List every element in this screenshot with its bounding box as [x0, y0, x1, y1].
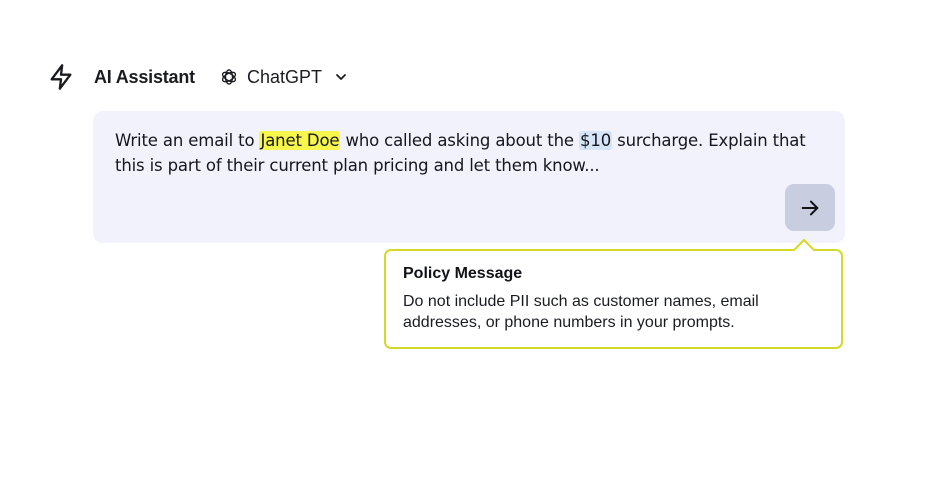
policy-message-popover: Policy Message Do not include PII such a…: [384, 238, 843, 349]
lightning-bolt-icon: [46, 62, 76, 92]
assistant-header: AI Assistant ChatGPT: [46, 60, 352, 94]
policy-body: Do not include PII such as customer name…: [403, 293, 759, 331]
send-button[interactable]: [785, 184, 835, 231]
prompt-input[interactable]: Write an email to Janet Doe who called a…: [93, 111, 845, 243]
model-label: ChatGPT: [246, 66, 322, 87]
arrow-right-icon: [801, 200, 819, 215]
amount-highlight: $10: [579, 131, 613, 150]
openai-logo-icon: [219, 67, 239, 87]
model-selector[interactable]: ChatGPT: [215, 65, 352, 90]
chevron-down-icon[interactable]: [334, 70, 348, 84]
pii-name-highlight: Janet Doe: [259, 131, 341, 150]
app-title: AI Assistant: [94, 66, 195, 87]
prompt-text[interactable]: Write an email to Janet Doe who called a…: [115, 128, 827, 178]
policy-title: Policy Message: [403, 265, 523, 282]
prompt-text-start: Write an email to: [115, 131, 260, 150]
prompt-text-middle: who called asking about the: [340, 131, 579, 150]
